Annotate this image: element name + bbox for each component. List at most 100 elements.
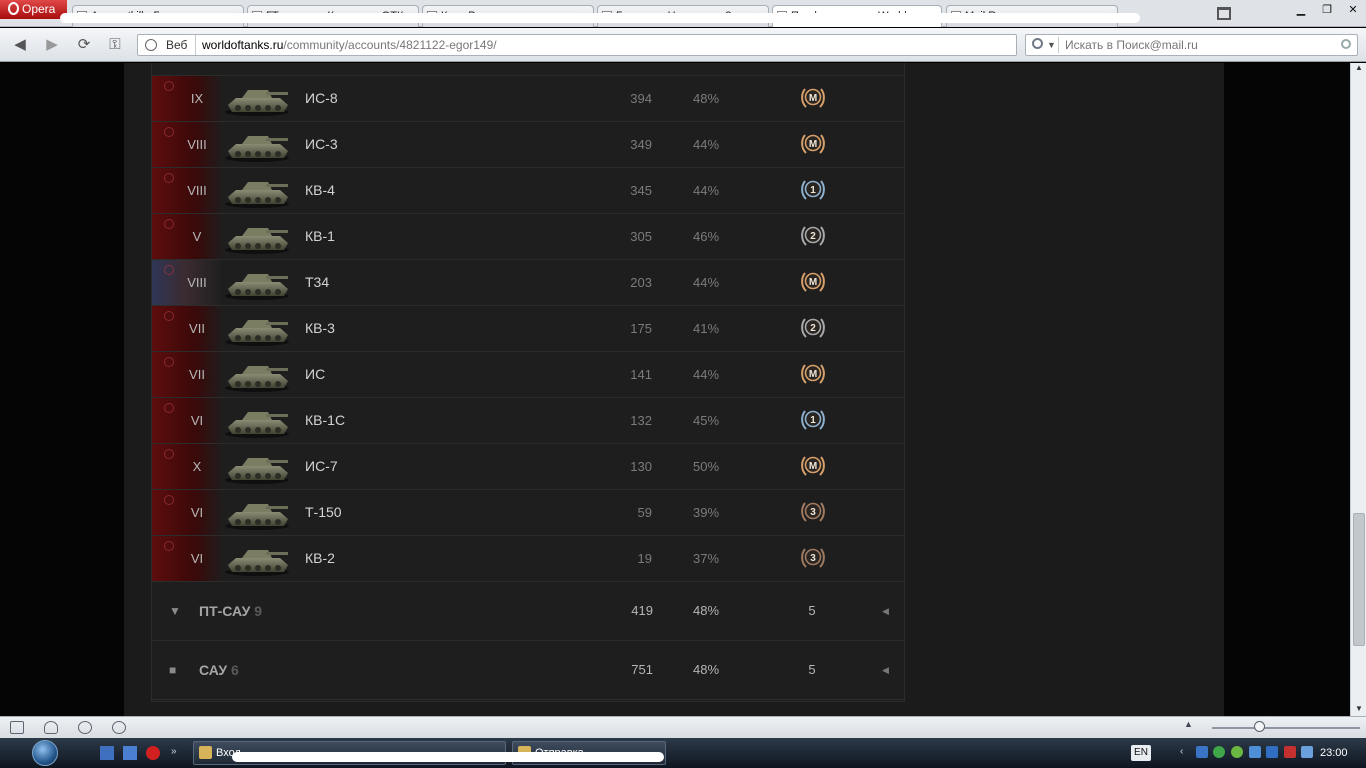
vehicle-win-rate: 48% [692,91,720,106]
vehicle-name: КВ-1С [305,412,346,428]
vehicle-row[interactable]: IX ИС-8 394 48% M [152,76,904,122]
page-viewport: IX ИС-8 394 48% M VIII ИС-3 349 44% M VIII КВ-4 345 4… [0,63,1350,716]
vehicle-row[interactable]: X ИС-7 130 50% M [152,444,904,490]
mastery-badge-icon: 2 [801,226,825,246]
vehicle-name: КВ-3 [305,320,335,336]
vehicle-class-name: САУ 6 [199,662,239,678]
vehicle-row[interactable]: VIII ИС-3 349 44% M [152,122,904,168]
restore-icon[interactable]: ❐ [1314,4,1340,18]
minimize-icon[interactable]: ▁ [1288,4,1314,18]
expand-caret-icon[interactable]: ◀ [882,641,889,699]
quicklaunch-desktop-icon[interactable] [100,746,114,760]
vehicle-name: КВ-4 [305,182,335,198]
system-clock[interactable]: 23:00 [1320,738,1348,768]
taskbar: » Вход — ... Отправка... [0,738,1366,768]
class-win-rate: 48% [692,662,720,677]
url-domain: worldoftanks.ru [202,38,284,52]
vehicle-row[interactable]: V КВ-1 305 46% 2 [152,214,904,260]
opera-menu-button[interactable]: Opera [0,0,67,19]
zoom-slider-knob[interactable] [1254,721,1265,732]
tray-expand-icon[interactable]: ‹ [1180,746,1192,758]
vehicle-row[interactable]: VIII КВ-4 345 44% 1 [152,168,904,214]
class-square-icon: ■ [169,663,177,677]
site-info-badge[interactable]: Веб [138,35,196,55]
quicklaunch-save-icon[interactable] [123,746,137,760]
tray-windows-icon[interactable] [1266,746,1278,758]
language-indicator[interactable]: EN [1131,745,1151,761]
vehicle-tier: VI [190,551,204,566]
cloud-icon[interactable] [44,721,58,734]
globe-icon [145,39,157,51]
tray-network-icon[interactable] [1196,746,1208,758]
vehicle-battles: 394 [630,91,652,106]
vehicle-class-row[interactable]: ▼ ПТ-САУ 9 419 48% 5 ◀ [152,582,904,641]
mastery-badge-icon: 3 [801,548,825,568]
scroll-thumb[interactable] [1353,513,1365,646]
vehicle-win-rate: 39% [692,505,720,520]
vehicle-row[interactable]: VI КВ-1С 132 45% 1 [152,398,904,444]
vehicle-win-rate: 45% [692,413,720,428]
tray-clover-icon[interactable] [1213,746,1225,758]
tray-check-icon[interactable] [1231,746,1243,758]
search-placeholder: Искать в Поиск@mail.ru [1065,38,1198,52]
vehicle-class-count: 6 [230,662,239,678]
search-field[interactable]: ▼ Искать в Поиск@mail.ru [1025,34,1358,56]
vehicle-tier: VII [189,367,205,382]
url-field[interactable]: Веб worldoftanks.ru/community/accounts/48… [137,34,1017,56]
speed-dial-icon[interactable] [112,721,126,734]
vehicle-win-rate: 44% [692,367,720,382]
mastery-label: M [809,369,817,380]
mastery-badge-icon: M [801,272,825,292]
trash-icon[interactable] [1217,7,1231,20]
tab-bar: Opera Accountkill - Главная× ГТорознову … [0,0,1366,27]
scroll-down-icon[interactable]: ▼ [1351,704,1366,716]
search-go-icon[interactable] [1341,39,1351,49]
vehicle-class-row[interactable]: ■ САУ 6 751 48% 5 ◀ [152,641,904,700]
vehicle-row[interactable]: VI Т-150 59 39% 3 [152,490,904,536]
class-battles: 751 [631,662,653,677]
vehicle-win-rate: 50% [692,459,720,474]
redaction-mark [60,13,1140,23]
vehicle-tier: VIII [187,275,207,290]
tray-plane-icon[interactable] [1249,746,1261,758]
quicklaunch-more-icon[interactable]: » [171,746,185,760]
vehicle-row[interactable]: VII ИС 141 44% M [152,352,904,398]
tank-icon [222,311,292,347]
scroll-up-icon[interactable]: ▲ [1351,63,1366,75]
vehicle-win-rate: 44% [692,183,720,198]
tray-monitor-icon[interactable] [1301,746,1313,758]
vehicle-tier: V [192,229,202,244]
vehicle-class-count: 9 [254,603,263,619]
close-window-icon[interactable]: ✕ [1340,4,1366,18]
vertical-scrollbar[interactable]: ▲ ▼ [1350,63,1366,716]
tank-icon [222,403,292,439]
vehicle-row[interactable]: VIII T34 203 44% M [152,260,904,306]
panel-toggle-icon[interactable] [10,721,24,734]
zoom-slider[interactable] [1212,727,1360,729]
vehicle-row[interactable]: VI КВ-2 19 37% 3 [152,536,904,582]
mastery-label: 2 [810,231,816,242]
key-icon[interactable]: ⚿ [106,36,124,54]
tray-app-icon[interactable] [1284,746,1296,758]
vehicle-row[interactable]: VII КВ-3 175 41% 2 [152,306,904,352]
mastery-badge-icon: M [801,364,825,384]
reload-icon[interactable]: ⟳ [75,36,93,54]
vehicle-tier: X [192,459,202,474]
class-mastery-count: 5 [808,603,816,618]
vehicle-battles: 19 [637,551,652,566]
share-icon[interactable] [78,721,92,734]
quicklaunch-opera-icon[interactable] [146,746,160,760]
vehicle-class-name: ПТ-САУ 9 [199,603,263,619]
vehicle-name: КВ-1 [305,228,335,244]
search-icon [1032,38,1043,49]
back-icon[interactable]: ◀ [11,36,29,54]
start-button[interactable] [32,740,58,766]
tank-icon [222,265,292,301]
vehicle-tier: VIII [187,183,207,198]
tank-icon [222,173,292,209]
zoom-menu-icon[interactable]: ▲ [1184,719,1193,729]
forward-icon[interactable]: ▶ [43,36,61,54]
chevron-down-icon[interactable]: ▼ [1047,35,1056,55]
expand-caret-icon[interactable]: ◀ [882,582,889,640]
class-win-rate: 48% [692,603,720,618]
